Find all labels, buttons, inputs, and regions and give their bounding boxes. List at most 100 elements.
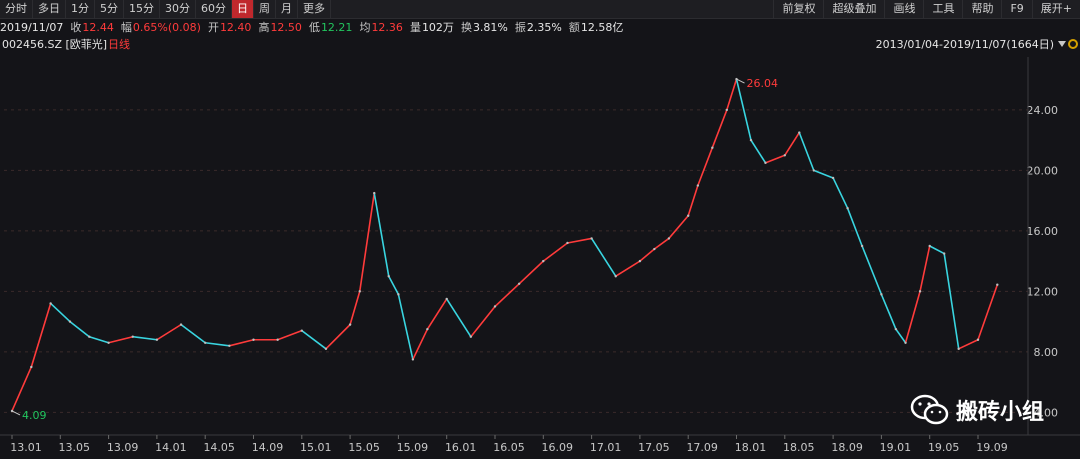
- price-point: [426, 327, 429, 331]
- period-tab-1[interactable]: 多日: [33, 0, 66, 18]
- price-point: [764, 161, 767, 165]
- amount-value: 12.58亿: [580, 21, 624, 34]
- change-label: 幅: [120, 21, 132, 34]
- period-tab-6[interactable]: 60分: [196, 0, 232, 18]
- price-point: [49, 302, 52, 305]
- price-segment: [373, 192, 390, 277]
- price-segment: [880, 294, 897, 330]
- period-tab-0[interactable]: 分时: [0, 0, 33, 18]
- price-segment: [180, 323, 206, 344]
- period-tab-7[interactable]: 日: [232, 0, 254, 18]
- wechat-icon: [910, 394, 949, 425]
- close-label: 收: [70, 21, 82, 34]
- stock-symbol: 002456.SZ [欧菲光]: [2, 38, 108, 51]
- price-point: [590, 237, 593, 240]
- price-segment: [349, 291, 361, 325]
- change-value: 0.65%(0.08): [132, 21, 201, 34]
- x-tick-label: 14.05: [203, 441, 235, 454]
- price-segment: [30, 303, 52, 368]
- amplitude-label: 振: [514, 21, 526, 34]
- x-tick-label: 13.01: [10, 441, 42, 454]
- price-segment: [108, 335, 133, 344]
- high-label: 高: [258, 21, 270, 34]
- price-point: [445, 297, 448, 301]
- price-point: [894, 327, 898, 331]
- price-segment: [567, 237, 592, 244]
- price-point: [348, 323, 352, 326]
- period-tab-3[interactable]: 5分: [95, 0, 124, 18]
- price-segment: [446, 298, 472, 338]
- price-segment: [590, 238, 617, 277]
- price-point: [358, 290, 361, 293]
- x-tick-label: 16.01: [445, 441, 477, 454]
- x-tick-label: 19.01: [880, 441, 912, 454]
- x-tick-label: 16.09: [542, 441, 574, 454]
- price-segment: [919, 245, 931, 292]
- price-point: [155, 338, 159, 341]
- toolbar-button-1[interactable]: 超级叠加: [823, 0, 884, 18]
- toolbar-button-3[interactable]: 工具: [923, 0, 962, 18]
- toolbar-button-6[interactable]: 展开+: [1031, 0, 1080, 18]
- x-tick-label: 17.05: [638, 441, 670, 454]
- dropdown-icon[interactable]: [1058, 41, 1066, 47]
- period-tab-9[interactable]: 月: [276, 0, 298, 18]
- price-point: [942, 252, 946, 255]
- x-tick-label: 18.05: [783, 441, 815, 454]
- price-segment: [977, 284, 999, 341]
- x-tick-label: 15.01: [300, 441, 332, 454]
- price-segment: [639, 248, 655, 262]
- y-tick-label: 16.00: [1027, 225, 1059, 238]
- price-segment: [11, 366, 33, 412]
- x-tick-label: 17.01: [590, 441, 622, 454]
- price-segment: [542, 242, 568, 262]
- toolbar-button-0[interactable]: 前复权: [773, 0, 823, 18]
- price-segment: [50, 302, 71, 323]
- price-point: [918, 290, 922, 293]
- price-point: [542, 259, 545, 263]
- price-segment: [943, 253, 960, 349]
- price-point: [324, 347, 328, 351]
- toolbar-button-4[interactable]: 帮助: [962, 0, 1001, 18]
- toolbar-button-2[interactable]: 画线: [884, 0, 923, 18]
- price-segment: [229, 338, 254, 347]
- settings-icon[interactable]: [1068, 39, 1078, 49]
- price-point: [638, 259, 642, 263]
- price-segment: [397, 294, 414, 360]
- quote-date: 2019/11/07: [0, 21, 64, 34]
- price-point: [957, 347, 960, 351]
- period-tab-10[interactable]: 更多: [298, 0, 331, 18]
- x-tick-label: 14.01: [155, 441, 187, 454]
- price-segment: [89, 335, 109, 344]
- price-segment: [358, 192, 376, 292]
- price-segment: [765, 154, 786, 164]
- price-point: [711, 146, 714, 149]
- price-segment: [798, 132, 815, 171]
- date-range[interactable]: 2013/01/04-2019/11/07(1664日): [876, 37, 1054, 53]
- price-point: [469, 335, 473, 338]
- x-tick-label: 19.09: [976, 441, 1008, 454]
- avg-label: 均: [359, 21, 371, 34]
- price-point: [179, 323, 183, 326]
- price-point: [204, 341, 207, 344]
- x-tick-label: 18.01: [735, 441, 767, 454]
- price-segment: [929, 245, 945, 255]
- x-tick-label: 16.05: [493, 441, 525, 454]
- period-tab-5[interactable]: 30分: [160, 0, 196, 18]
- price-point: [30, 365, 33, 369]
- price-segment: [904, 291, 921, 343]
- open-value: 12.40: [219, 21, 252, 34]
- price-segment: [518, 260, 544, 285]
- price-segment: [494, 283, 520, 308]
- price-point: [725, 108, 729, 112]
- watermark: 搬砖小组: [910, 393, 1044, 427]
- price-segment: [750, 139, 767, 164]
- y-tick-label: 12.00: [1027, 285, 1059, 298]
- period-tab-8[interactable]: 周: [254, 0, 276, 18]
- quote-bar: 2019/11/07 收12.44 幅0.65%(0.08) 开12.40 高1…: [0, 19, 1080, 37]
- toolbar-button-5[interactable]: F9: [1001, 0, 1031, 18]
- period-tab-4[interactable]: 15分: [124, 0, 160, 18]
- period-label: 日线: [108, 38, 130, 51]
- price-segment: [470, 305, 496, 338]
- price-point: [614, 275, 617, 278]
- period-tab-2[interactable]: 1分: [66, 0, 95, 18]
